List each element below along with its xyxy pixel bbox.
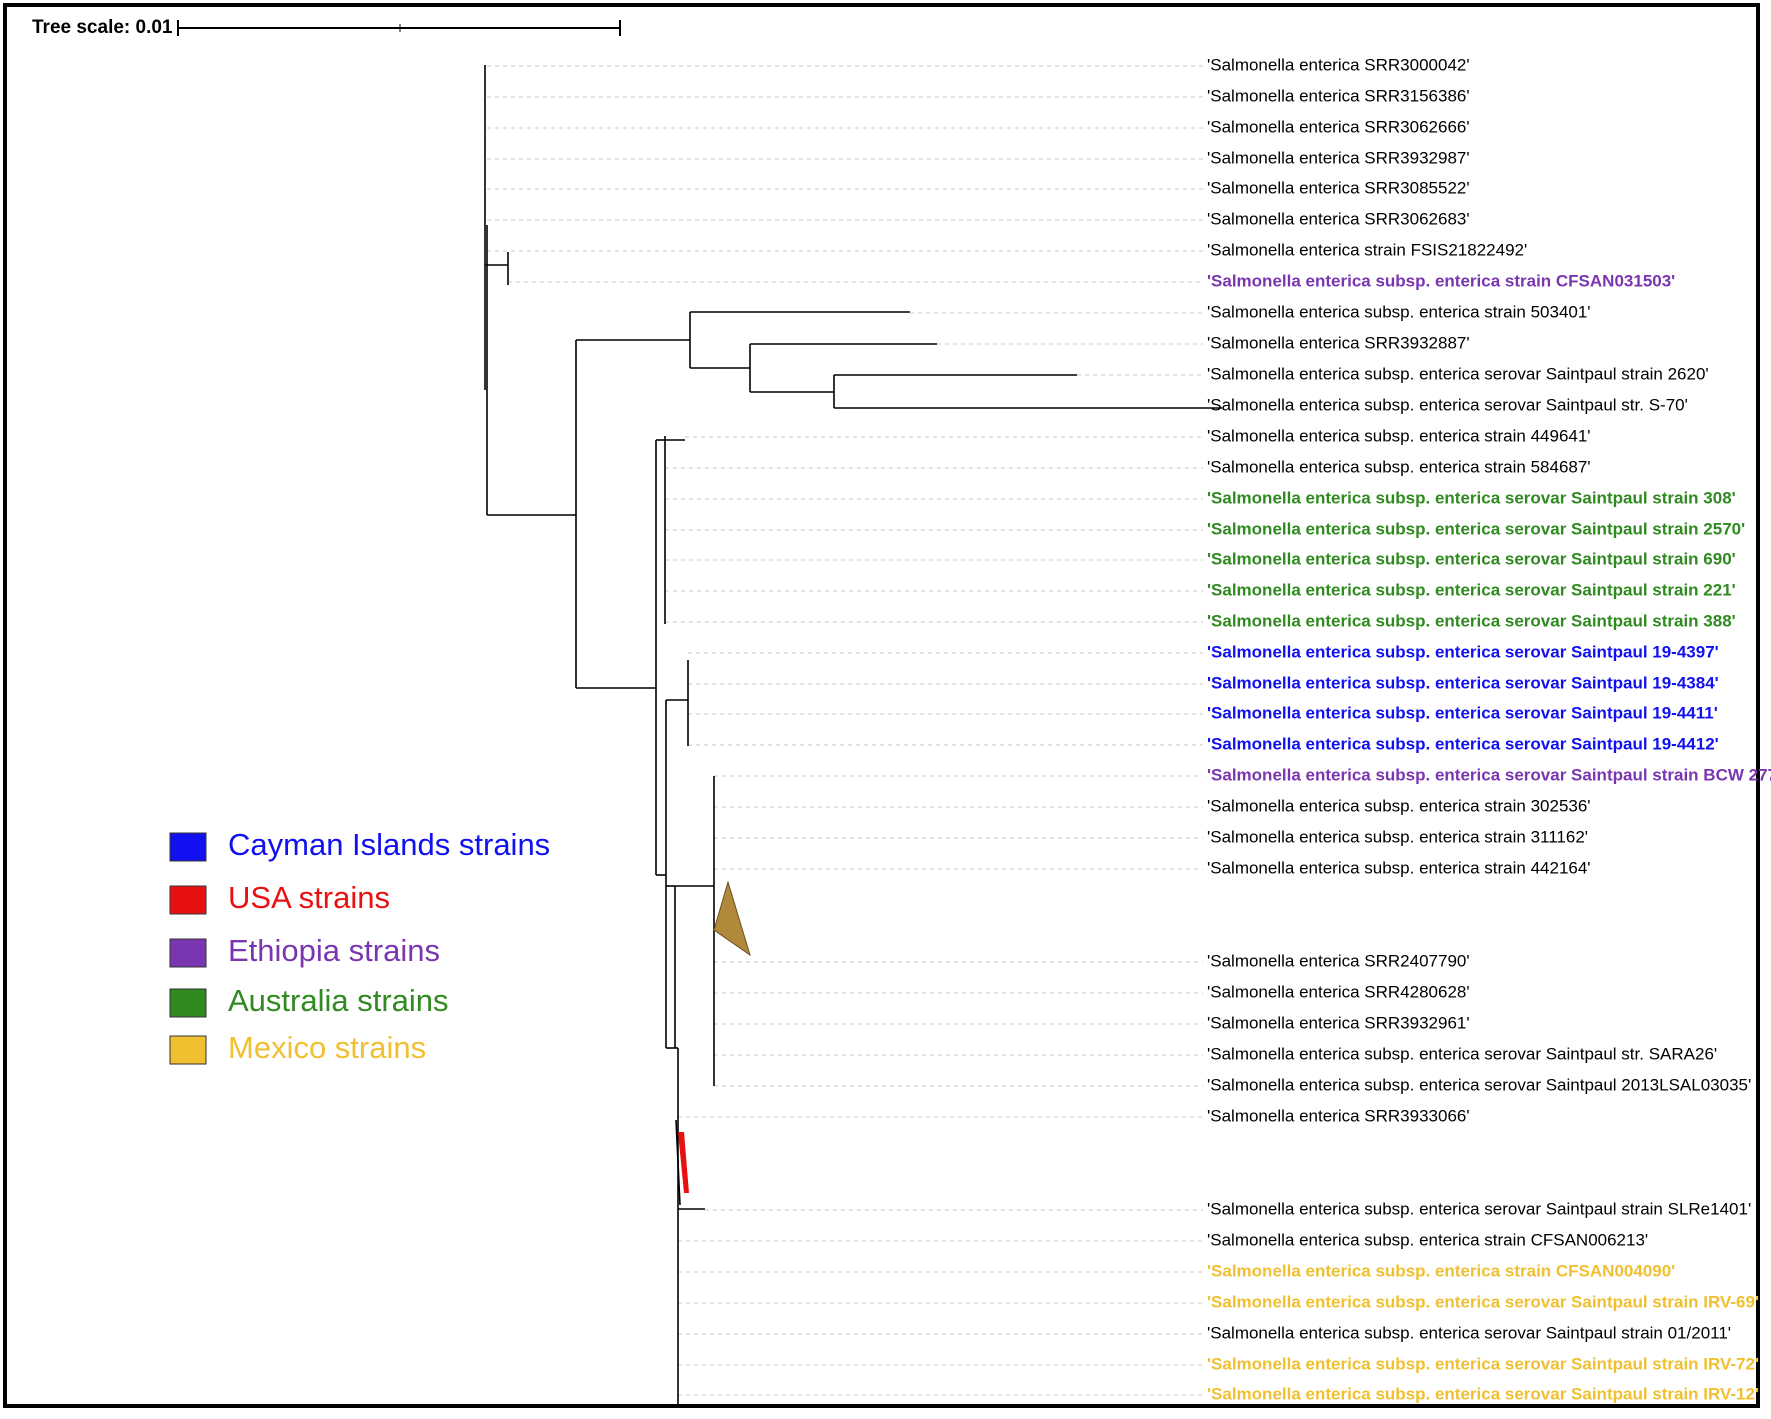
tip-label: 'Salmonella enterica SRR4280628': [1207, 982, 1470, 1001]
leader-lines: [487, 65, 1203, 1396]
legend-swatch: [169, 885, 207, 915]
tip-label: 'Salmonella enterica SRR3932961': [1207, 1013, 1470, 1032]
tip-label: 'Salmonella enterica subsp. enterica str…: [1207, 271, 1675, 290]
tip-label: 'Salmonella enterica subsp. enterica str…: [1207, 827, 1588, 846]
legend-label: Mexico strains: [228, 1030, 426, 1065]
tip-label: 'Salmonella enterica subsp. enterica ser…: [1207, 519, 1745, 538]
tip-label: 'Salmonella enterica subsp. enterica str…: [1207, 1261, 1675, 1280]
legend-label: Cayman Islands strains: [228, 827, 550, 862]
tip-label: 'Salmonella enterica subsp. enterica str…: [1207, 796, 1591, 815]
tip-label: 'Salmonella enterica subsp. enterica ser…: [1207, 549, 1736, 568]
tip-label: 'Salmonella enterica SRR3062683': [1207, 209, 1470, 228]
tip-label: 'Salmonella enterica subsp. enterica ser…: [1207, 1354, 1759, 1373]
legend-label: Ethiopia strains: [228, 933, 440, 968]
tip-label: 'Salmonella enterica subsp. enterica ser…: [1207, 673, 1719, 692]
tree-scale-label: Tree scale: 0.01: [32, 17, 173, 38]
tip-label: 'Salmonella enterica subsp. enterica str…: [1207, 1230, 1648, 1249]
tip-label: 'Salmonella enterica subsp. enterica str…: [1207, 858, 1591, 877]
tip-label: 'Salmonella enterica subsp. enterica str…: [1207, 457, 1591, 476]
legend-label: Australia strains: [228, 983, 449, 1018]
tip-label: 'Salmonella enterica subsp. enterica ser…: [1207, 488, 1736, 507]
tip-label: 'Salmonella enterica subsp. enterica ser…: [1207, 642, 1719, 661]
legend-swatch: [169, 938, 207, 968]
legend-swatch: [169, 988, 207, 1018]
tip-label: 'Salmonella enterica subsp. enterica ser…: [1207, 395, 1688, 414]
tip-label: 'Salmonella enterica SRR2407790': [1207, 951, 1470, 970]
legend: Cayman Islands strains USA strains Ethiopi…: [169, 827, 550, 1065]
tip-label: 'Salmonella enterica subsp. enterica str…: [1207, 426, 1591, 445]
tip-label: 'Salmonella enterica SRR3933066': [1207, 1106, 1470, 1125]
tip-label: 'Salmonella enterica subsp. enterica ser…: [1207, 1323, 1731, 1342]
tip-label: 'Salmonella enterica subsp. enterica ser…: [1207, 703, 1718, 722]
legend-swatch: [169, 832, 207, 862]
phylogenetic-tree: Tree scale: 0.01 'Salmonella enterica SR…: [32, 17, 1771, 1408]
tip-label: 'Salmonella enterica SRR3085522': [1207, 178, 1470, 197]
tip-label: 'Salmonella enterica subsp. enterica ser…: [1207, 765, 1771, 784]
tip-label: 'Salmonella enterica subsp. enterica ser…: [1207, 1075, 1751, 1094]
tip-label: 'Salmonella enterica SRR3156386': [1207, 86, 1470, 105]
tip-label: 'Salmonella enterica subsp. enterica ser…: [1207, 364, 1709, 383]
tip-label: 'Salmonella enterica subsp. enterica str…: [1207, 302, 1591, 321]
collapsed-clade-marker: [713, 880, 751, 957]
tree-branches: [484, 65, 1222, 1408]
tip-label: 'Salmonella enterica subsp. enterica ser…: [1207, 1384, 1759, 1403]
tip-label: 'Salmonella enterica subsp. enterica ser…: [1207, 611, 1736, 630]
tip-label: 'Salmonella enterica SRR3932887': [1207, 333, 1470, 352]
tip-label: 'Salmonella enterica subsp. enterica ser…: [1207, 1044, 1717, 1063]
tip-label: 'Salmonella enterica subsp. enterica ser…: [1207, 734, 1719, 753]
tree-scale: Tree scale: 0.01: [32, 17, 621, 38]
tip-labels: 'Salmonella enterica SRR3000042' 'Salmone…: [1207, 55, 1771, 1403]
tip-label: 'Salmonella enterica strain FSIS21822492…: [1207, 240, 1527, 259]
tip-label: 'Salmonella enterica SRR3932987': [1207, 148, 1470, 167]
legend-swatch: [169, 1035, 207, 1065]
tip-label: 'Salmonella enterica SRR3062666': [1207, 117, 1470, 136]
tip-label: 'Salmonella enterica SRR3000042': [1207, 55, 1470, 74]
tip-label: 'Salmonella enterica subsp. enterica ser…: [1207, 1199, 1751, 1218]
tip-label: 'Salmonella enterica subsp. enterica ser…: [1207, 1292, 1759, 1311]
legend-label: USA strains: [228, 880, 390, 915]
tip-label: 'Salmonella enterica subsp. enterica ser…: [1207, 580, 1736, 599]
